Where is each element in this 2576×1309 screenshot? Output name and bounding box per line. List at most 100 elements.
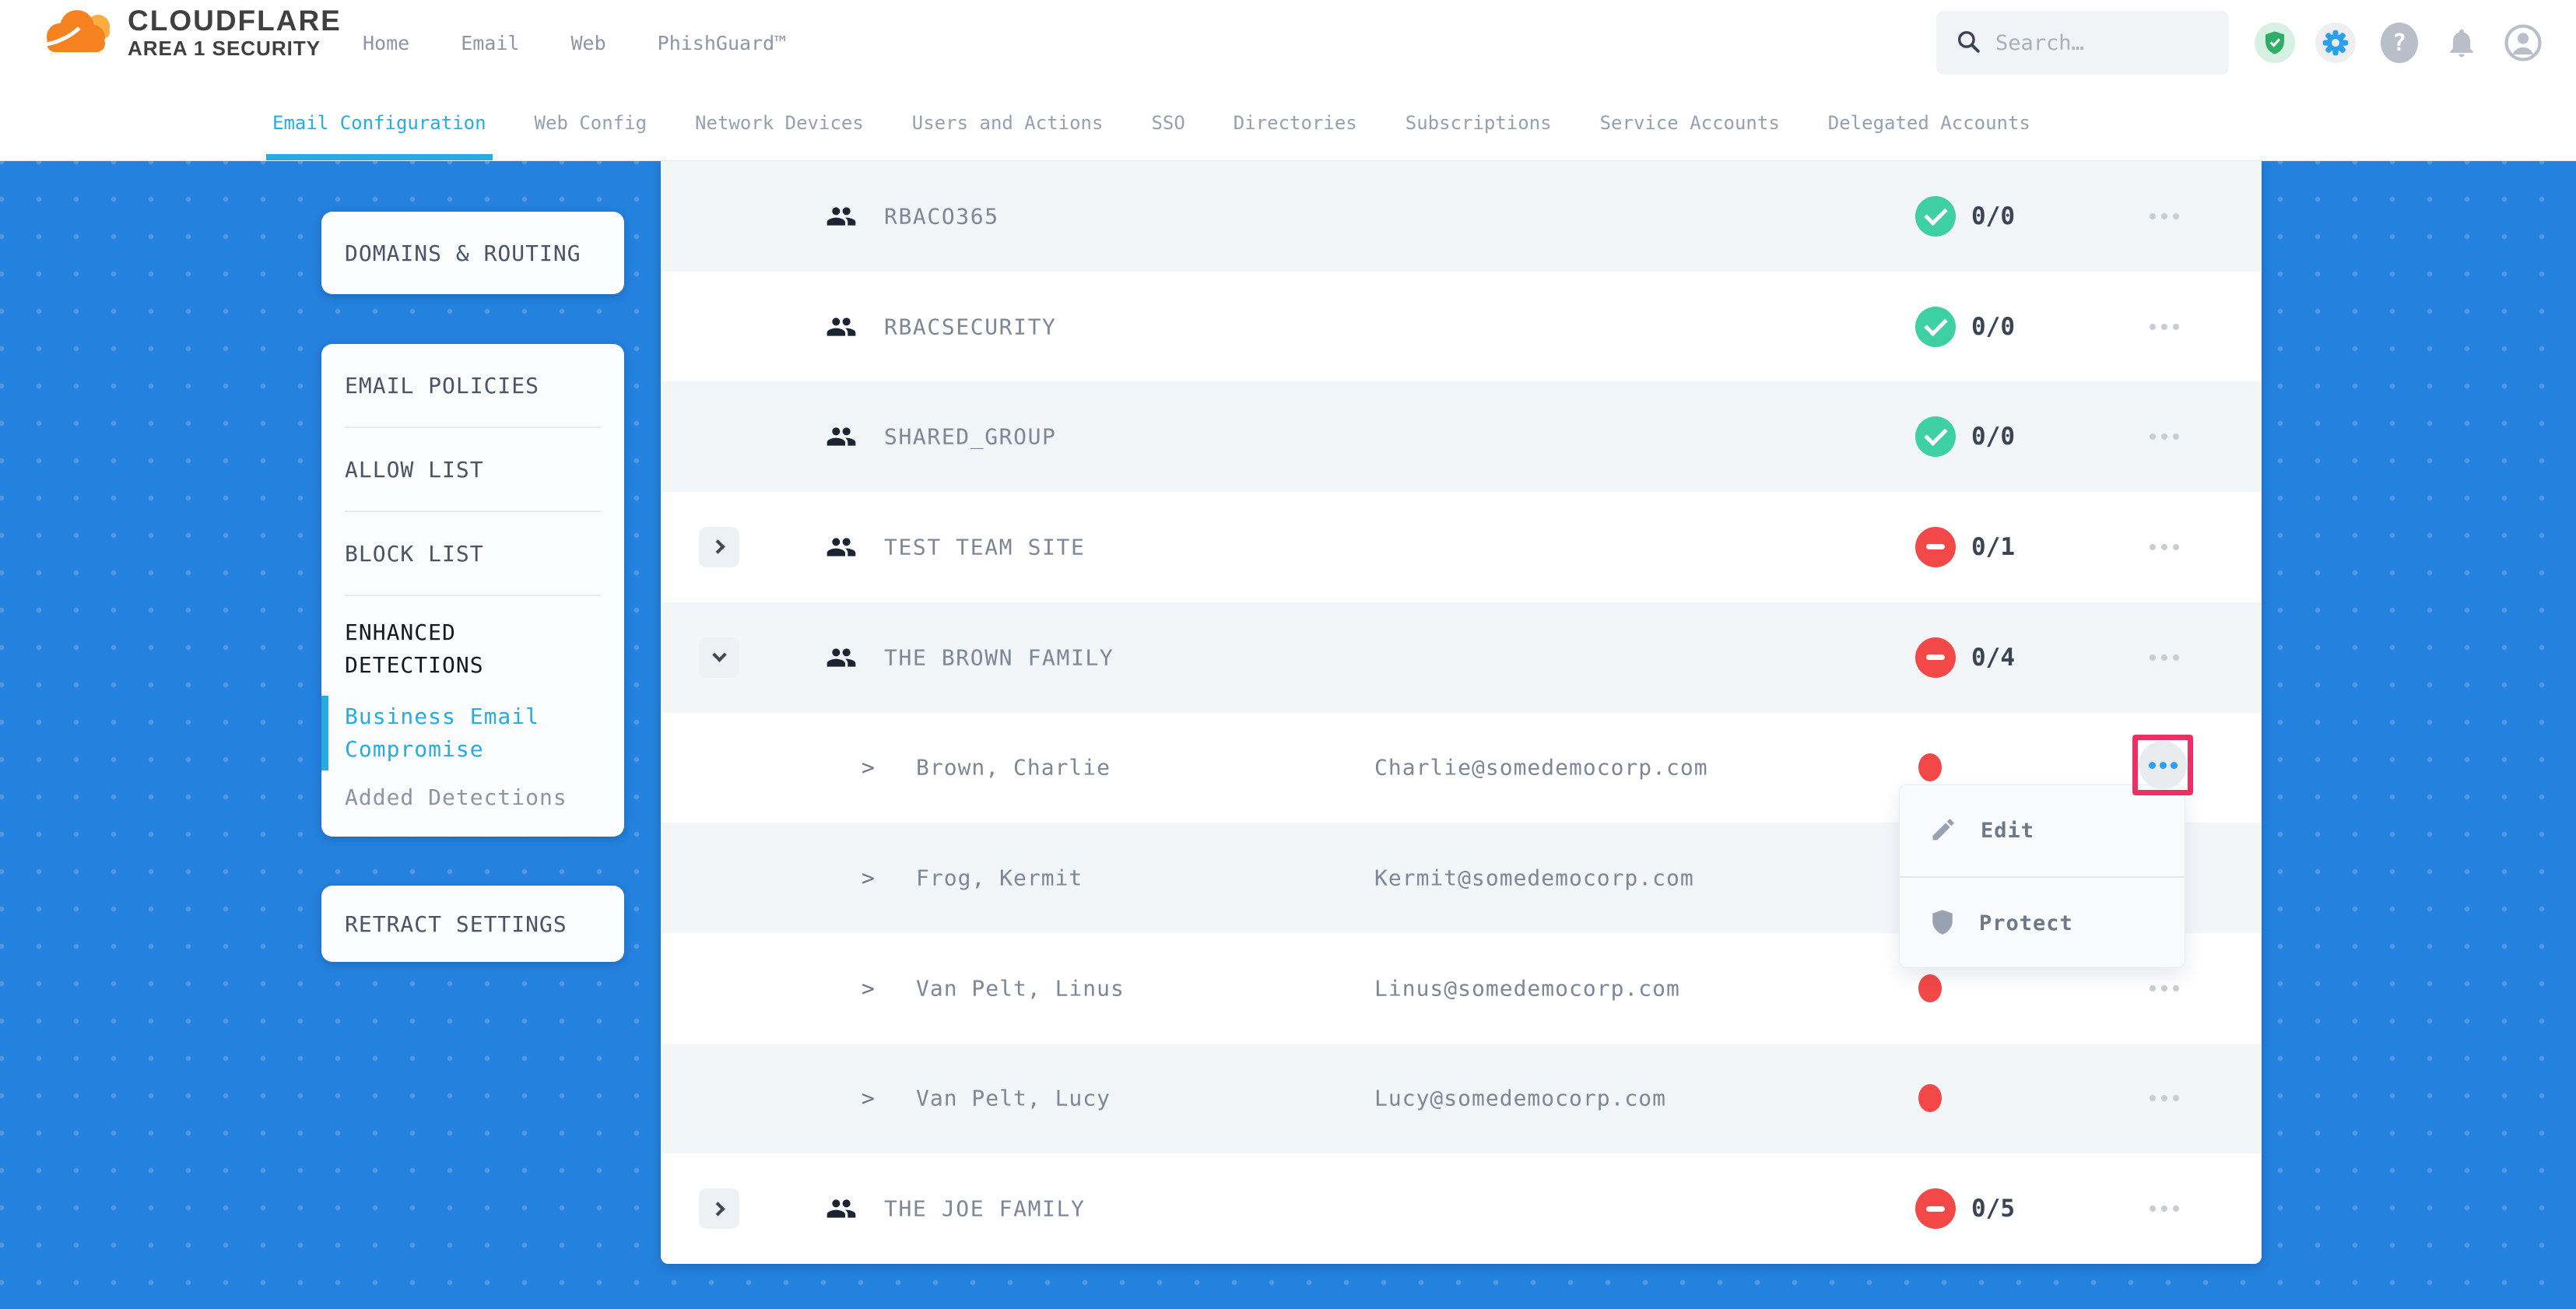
chevron-icon (711, 540, 725, 554)
protected-fraction: 0/5 (1971, 1195, 2015, 1223)
row-actions-ellipsis[interactable] (2133, 213, 2195, 219)
unprotected-dot (1918, 1084, 1942, 1112)
pencil-icon (1929, 816, 1957, 847)
config-tabbar: Email Configuration Web Config Network Dev… (0, 86, 2576, 161)
group-status-badge (1915, 1188, 1956, 1229)
tab[interactable]: Service Accounts (1600, 86, 1780, 160)
top-nav-item[interactable]: Home (363, 32, 409, 54)
group-status-badge (1915, 196, 1956, 237)
row-actions-menu: Edit Protect (1899, 784, 2185, 968)
group-people-icon (826, 1193, 857, 1224)
sidebar-item-email-policies[interactable]: EMAIL POLICIES (345, 344, 601, 426)
row-actions-ellipsis[interactable] (2133, 324, 2195, 330)
group-name: THE BROWN FAMILY (884, 644, 1114, 670)
group-row: TEST TEAM SITE 0/1 (661, 492, 2262, 602)
top-nav-item[interactable]: Web (570, 32, 605, 54)
tab[interactable]: SSO (1151, 86, 1184, 160)
click-target-highlight (2132, 735, 2193, 795)
account-avatar-icon[interactable] (2503, 23, 2543, 63)
protected-fraction: 0/1 (1971, 533, 2015, 561)
row-actions-ellipsis[interactable] (2133, 654, 2195, 661)
area1-security-app: { "brand": { "line1": "CLOUDFLARE", "lin… (0, 0, 2576, 1309)
search-box[interactable] (1936, 11, 2229, 75)
member-name: Brown, Charlie (916, 755, 1111, 781)
group-status-badge (1915, 416, 1956, 457)
protected-fraction: 0/4 (1971, 644, 2015, 672)
row-actions-ellipsis[interactable] (2133, 1095, 2195, 1101)
cloudflare-logo[interactable]: CLOUDFLARE AREA 1 SECURITY (37, 5, 342, 61)
menu-item-edit[interactable]: Edit (1900, 785, 2185, 876)
group-row: THE BROWN FAMILY 0/4 (661, 602, 2262, 713)
protected-fraction: 0/0 (1971, 313, 2015, 341)
menu-item-protect[interactable]: Protect (1900, 878, 2185, 969)
member-email: Kermit@somedemocorp.com (1374, 865, 1694, 891)
protected-fraction: 0/0 (1971, 202, 2015, 230)
group-people-icon (826, 311, 857, 342)
group-name: TEST TEAM SITE (884, 534, 1085, 560)
group-people-icon (826, 421, 857, 452)
tab[interactable]: Web Config (535, 86, 648, 160)
member-name: Van Pelt, Lucy (916, 1086, 1111, 1111)
group-table-body: RBACO365 0/0 RBACSECURITY 0/0 SHARED_GRO… (661, 161, 2262, 1264)
group-row: SHARED_GROUP 0/0 (661, 381, 2262, 492)
sidebar-email-policies-card: EMAIL POLICIES ALLOW LIST BLOCK LIST ENH… (321, 344, 624, 837)
member-chevron: > (862, 755, 875, 781)
sidebar-item-enhanced-detections[interactable]: ENHANCED DETECTIONS (345, 596, 601, 682)
member-chevron: > (862, 865, 875, 891)
group-status-badge (1915, 307, 1956, 347)
cloudflare-cloud-icon (37, 5, 118, 61)
sidebar-item-retract-settings[interactable]: RETRACT SETTINGS (321, 886, 624, 962)
group-name: RBACO365 (884, 203, 999, 229)
sidebar-item-business-email-compromise[interactable]: Business Email Compromise (345, 700, 601, 766)
member-chevron: > (862, 1086, 875, 1111)
row-actions-ellipsis[interactable] (2133, 544, 2195, 550)
expand-chevron-button[interactable] (699, 527, 739, 567)
group-name: THE JOE FAMILY (884, 1196, 1085, 1222)
group-people-icon (826, 642, 857, 673)
notifications-bell-icon[interactable] (2441, 23, 2482, 63)
brand-name: CLOUDFLARE (128, 5, 342, 37)
tab[interactable]: Directories (1234, 86, 1357, 160)
help-icon[interactable]: ? (2381, 23, 2418, 63)
tab[interactable]: Email Configuration (272, 86, 486, 160)
group-row: RBACO365 0/0 (661, 161, 2262, 272)
top-nav-item[interactable]: Email (461, 32, 519, 54)
top-nav-item[interactable]: PhishGuard™ (658, 32, 787, 54)
sidebar-item-added-detections[interactable]: Added Detections (345, 784, 601, 810)
member-name: Van Pelt, Linus (916, 975, 1125, 1001)
sidebar-item-block-list[interactable]: BLOCK LIST (345, 512, 601, 595)
member-email: Lucy@somedemocorp.com (1374, 1086, 1666, 1111)
sidebar-item-domains-routing[interactable]: DOMAINS & ROUTING (321, 212, 624, 294)
search-input[interactable] (1995, 31, 2198, 55)
sidebar-label: RETRACT SETTINGS (345, 911, 567, 937)
settings-gear-icon[interactable] (2315, 23, 2356, 63)
chevron-icon (711, 1202, 725, 1216)
row-actions-ellipsis-active[interactable] (2139, 741, 2187, 789)
row-actions-ellipsis[interactable] (2133, 985, 2195, 991)
unprotected-dot (1918, 753, 1942, 781)
protection-status-icon[interactable] (2255, 23, 2295, 63)
row-actions-ellipsis[interactable] (2133, 433, 2195, 440)
tab[interactable]: Delegated Accounts (1828, 86, 2030, 160)
search-icon (1955, 28, 1981, 58)
member-email: Linus@somedemocorp.com (1374, 975, 1680, 1001)
tab[interactable]: Users and Actions (912, 86, 1104, 160)
group-status-badge (1915, 527, 1956, 567)
row-actions-ellipsis[interactable] (2133, 1205, 2195, 1212)
group-people-icon (826, 201, 857, 232)
top-navigation: Home Email Web PhishGuard™ (363, 0, 786, 86)
tab[interactable]: Subscriptions (1406, 86, 1552, 160)
group-name: RBACSECURITY (884, 314, 1057, 339)
app-header: CLOUDFLARE AREA 1 SECURITY Home Email Web P… (0, 0, 2576, 86)
group-people-icon (826, 532, 857, 563)
sidebar-label: DOMAINS & ROUTING (345, 240, 581, 266)
expand-chevron-button[interactable] (699, 637, 739, 678)
tab[interactable]: Network Devices (695, 86, 864, 160)
expand-chevron-button[interactable] (699, 1188, 739, 1229)
unprotected-dot (1918, 974, 1942, 1002)
group-row: THE JOE FAMILY 0/5 (661, 1153, 2262, 1264)
chevron-icon (712, 647, 726, 662)
member-chevron: > (862, 975, 875, 1001)
brand-subtitle: AREA 1 SECURITY (128, 37, 342, 60)
sidebar-item-allow-list[interactable]: ALLOW LIST (345, 428, 601, 511)
